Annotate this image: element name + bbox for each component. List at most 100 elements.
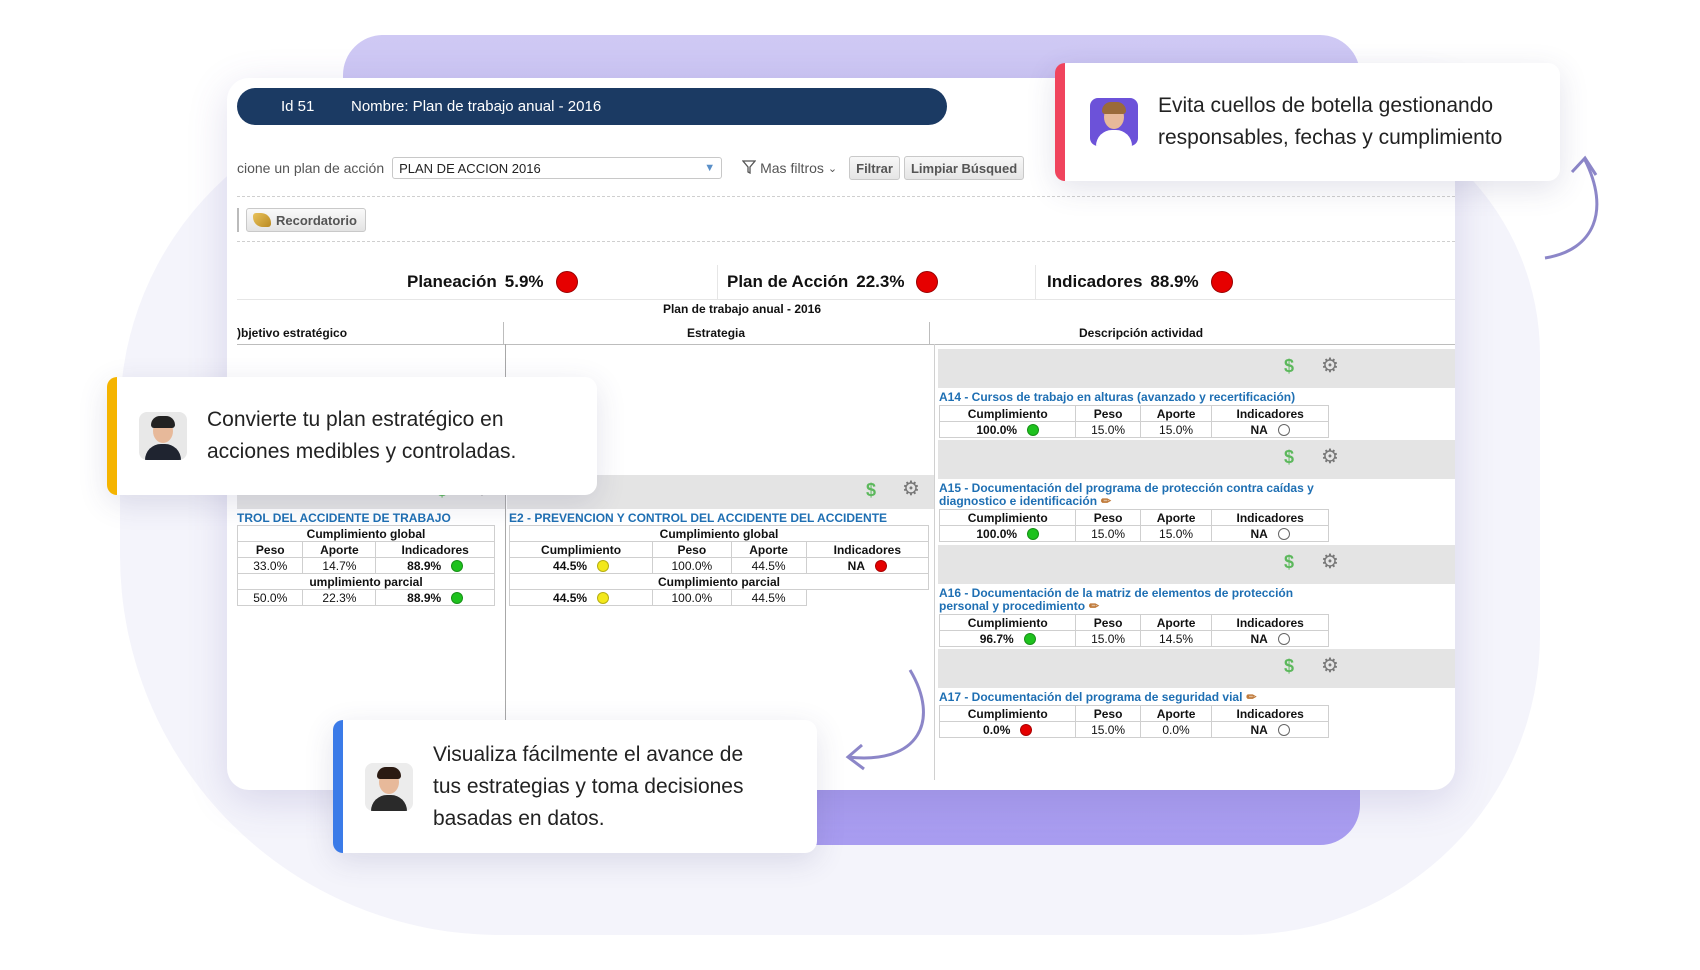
table-cell: NA [1250, 722, 1268, 737]
table-header: Aporte [1139, 705, 1213, 722]
table-cell: 15.0% [1075, 525, 1141, 542]
table-header: Indicadores [1211, 405, 1329, 422]
activity-title-link[interactable]: A14 - Cursos de trabajo en alturas (avan… [939, 391, 1295, 404]
avatar-hair [1102, 102, 1126, 114]
table-header: Indicadores [1211, 705, 1329, 722]
indicator-cell: NA [1211, 721, 1329, 738]
gear-icon[interactable]: ⚙ [1321, 549, 1339, 574]
activity-toolbar [938, 349, 1455, 388]
table-row: 44.5% 100.0% 44.5% NA [508, 557, 930, 574]
avatar [365, 762, 413, 811]
kpi-label: Indicadores [1047, 272, 1143, 291]
status-red-icon [916, 271, 939, 293]
strategy-title-link[interactable]: E2 - PREVENCION Y CONTROL DEL ACCIDENTE … [509, 512, 887, 525]
table-header: Cumplimiento [938, 614, 1077, 631]
activity-table: Cumplimiento Peso Aporte Indicadores 0.0… [938, 705, 1329, 738]
avatar-body [145, 444, 181, 460]
status-yellow-icon [597, 559, 610, 572]
table-cell: 14.5% [1139, 630, 1213, 647]
callout-text: Visualiza fácilmente el avance de tus es… [433, 739, 744, 835]
table-cell: 100.0% [976, 422, 1018, 437]
curved-arrow-icon [845, 669, 925, 771]
strategy-global-label: Cumplimiento global [509, 525, 929, 542]
money-icon[interactable]: $ [1284, 656, 1294, 677]
chevron-down-icon: ▼ [704, 162, 716, 174]
indicator-cell: 100.0% [938, 421, 1077, 438]
plan-title-bar: Id 51 Nombre: Plan de trabajo anual - 20… [237, 88, 947, 125]
objective-title-link[interactable]: TROL DEL ACCIDENTE DE TRABAJO [237, 512, 451, 525]
callout-text: Evita cuellos de botella gestionando res… [1158, 90, 1502, 154]
status-yellow-icon [597, 591, 610, 604]
status-green-icon [451, 559, 464, 572]
avatar [139, 412, 187, 460]
strategy-table: Cumplimiento global Cumplimiento Peso Ap… [508, 525, 930, 606]
table-header: Cumplimiento [938, 509, 1077, 526]
activity-title-link[interactable]: personal y procedimiento ✏ [939, 600, 1099, 613]
table-header: Peso [237, 541, 304, 558]
more-filters-dropdown[interactable]: Mas filtros ⌄ [741, 159, 837, 177]
reminder-label: Recordatorio [276, 212, 357, 228]
divider [929, 322, 930, 344]
reminder-button[interactable]: Recordatorio [246, 208, 366, 232]
table-cell: 15.0% [1139, 421, 1213, 438]
status-red-icon [1210, 271, 1233, 293]
plan-select-label: cione un plan de acción [237, 160, 385, 176]
callout-line: Evita cuellos de botella gestionando [1158, 94, 1494, 117]
kpi-summary: Planeación 5.9% Plan de Acción 22.3% Ind… [237, 265, 1455, 299]
activity-title-link[interactable]: diagnostico e identificación ✏ [939, 495, 1111, 508]
clear-search-button[interactable]: Limpiar Búsqued [903, 156, 1025, 180]
gear-icon[interactable]: ⚙ [902, 476, 920, 501]
status-empty-icon [1277, 723, 1290, 736]
table-header: Aporte [1139, 509, 1213, 526]
table-cell: 100.0% [652, 589, 732, 606]
money-icon[interactable]: $ [1284, 356, 1294, 377]
indicator-cell: 100.0% [938, 525, 1077, 542]
table-row: 96.7% 15.0% 14.5% NA [938, 630, 1329, 647]
table-row: 44.5% 100.0% 44.5% [508, 589, 929, 606]
activity-table: Cumplimiento Peso Aporte Indicadores 100… [938, 405, 1329, 438]
table-row: 33.0% 14.7% 88.9% [237, 557, 495, 574]
table-header: Aporte [1139, 614, 1213, 631]
activity-subtitle: personal y procedimiento [939, 599, 1086, 613]
status-green-icon [1027, 423, 1040, 436]
activity-title-link[interactable]: A17 - Documentación del programa de segu… [939, 691, 1256, 704]
pencil-icon[interactable]: ✏ [1246, 690, 1256, 704]
gear-icon[interactable]: ⚙ [1321, 653, 1339, 678]
gear-icon[interactable]: ⚙ [1321, 444, 1339, 469]
table-row: 50.0% 22.3% 88.9% [237, 589, 495, 606]
table-cell: 33.0% [237, 557, 304, 574]
kpi-label: Planeación [407, 272, 497, 291]
table-cell: NA [1250, 526, 1268, 541]
avatar-hair [377, 766, 401, 779]
status-green-icon [1023, 632, 1036, 645]
activity-table: Cumplimiento Peso Aporte Indicadores 96.… [938, 614, 1329, 647]
pencil-icon[interactable]: ✏ [1089, 599, 1099, 613]
table-header: Cumplimiento [938, 405, 1077, 422]
column-header-strategy: Estrategia [687, 326, 746, 340]
indicator-cell: 44.5% [508, 557, 654, 574]
table-header: Cumplimiento [938, 705, 1077, 722]
table-header: Aporte [302, 541, 377, 558]
callout-line: Convierte tu plan estratégico en [207, 408, 504, 431]
filter-button[interactable]: Filtrar [849, 156, 900, 180]
objective-table: Cumplimiento global Peso Aporte Indicado… [237, 525, 495, 606]
table-header: Peso [1075, 509, 1141, 526]
status-green-icon [1027, 527, 1040, 540]
plan-select[interactable]: PLAN DE ACCION 2016 ▼ [392, 157, 723, 179]
gear-icon[interactable]: ⚙ [1321, 353, 1339, 378]
avatar-body [371, 794, 407, 811]
status-red-icon [875, 559, 887, 572]
money-icon[interactable]: $ [1284, 447, 1294, 468]
money-icon[interactable]: $ [866, 480, 876, 501]
pencil-icon[interactable]: ✏ [1101, 494, 1111, 508]
table-cell: 0.0% [983, 722, 1011, 737]
table-cell: 15.0% [1075, 421, 1141, 438]
activity-subtitle: diagnostico e identificación [939, 494, 1098, 508]
table-cell: NA [847, 558, 865, 573]
callout-line: basadas en datos. [433, 806, 605, 830]
kpi-plan-accion: Plan de Acción 22.3% [727, 265, 939, 299]
table-header: Indicadores [1211, 509, 1329, 526]
table-cell: 0.0% [1139, 721, 1213, 738]
indicator-cell: NA [1211, 421, 1329, 438]
money-icon[interactable]: $ [1284, 552, 1294, 573]
